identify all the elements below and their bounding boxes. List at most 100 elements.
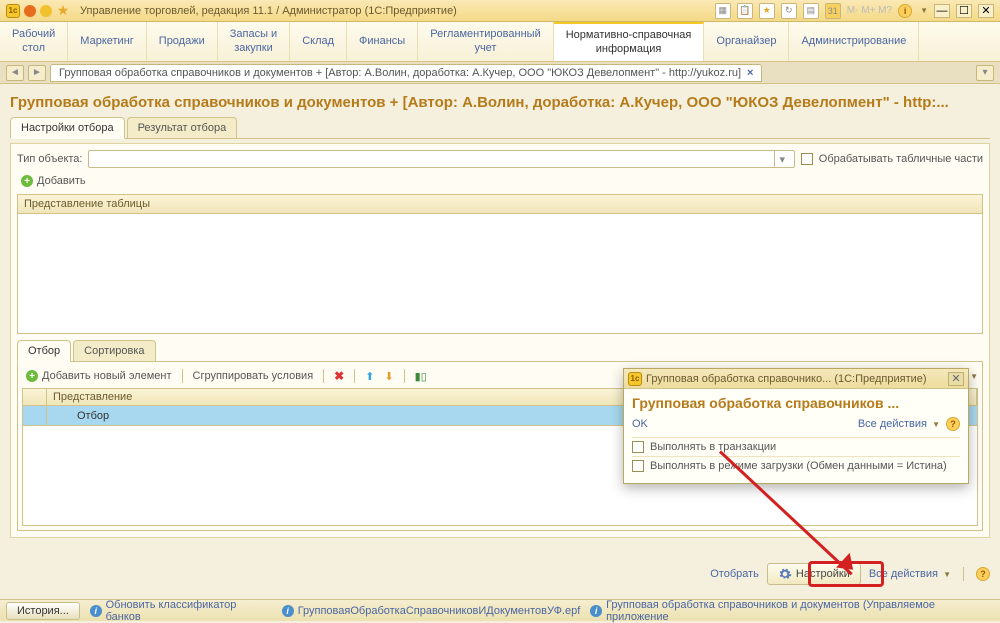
- breadcrumb-tab[interactable]: Групповая обработка справочников и докум…: [50, 64, 762, 82]
- chevron-down-icon: ▼: [943, 570, 951, 579]
- chevron-down-icon: ▼: [932, 420, 940, 429]
- table-body[interactable]: [17, 214, 983, 334]
- close-icon[interactable]: ×: [747, 67, 753, 79]
- tab-stock[interactable]: Запасы и закупки: [218, 22, 290, 61]
- tab-marketing[interactable]: Маркетинг: [68, 22, 146, 61]
- info-icon: i: [90, 605, 102, 617]
- add-button[interactable]: + Добавить: [17, 174, 90, 188]
- add-new-element-button[interactable]: + Добавить новый элемент: [22, 369, 176, 383]
- separator: [963, 567, 964, 581]
- nav-fwd-icon[interactable]: ►: [28, 65, 46, 81]
- separator: [323, 369, 324, 383]
- calendar-icon[interactable]: 31: [825, 3, 841, 19]
- status-bar: История... i Обновить классификатор банк…: [0, 599, 1000, 621]
- circle-icon[interactable]: [40, 5, 52, 17]
- popup-heading: Групповая обработка справочников ...: [624, 389, 968, 415]
- tab-sales[interactable]: Продажи: [147, 22, 218, 61]
- tool-icon[interactable]: 📋: [737, 3, 753, 19]
- help-icon[interactable]: ?: [946, 417, 960, 431]
- history-icon[interactable]: ↻: [781, 3, 797, 19]
- transaction-label: Выполнять в транзакции: [650, 441, 776, 453]
- group-label: Сгруппировать условия: [193, 370, 314, 382]
- move-down-button[interactable]: ⬇: [380, 369, 397, 384]
- separator: [404, 369, 405, 383]
- transaction-checkbox[interactable]: [632, 441, 644, 453]
- status-item[interactable]: i ГрупповаяОбработкаСправочниковИДокумен…: [282, 605, 581, 617]
- calc-icon[interactable]: ▤: [803, 3, 819, 19]
- process-tabular-checkbox[interactable]: [801, 153, 813, 165]
- help-icon[interactable]: ?: [976, 567, 990, 581]
- maximize-button[interactable]: ☐: [956, 4, 972, 18]
- tab-filter-settings[interactable]: Настройки отбора: [10, 117, 125, 139]
- table-header-label: Представление таблицы: [24, 198, 150, 210]
- add-label: Добавить: [37, 175, 86, 187]
- ok-link[interactable]: OK: [632, 418, 648, 430]
- close-button[interactable]: ✕: [948, 372, 964, 386]
- list-icon: ▮▯: [415, 370, 427, 383]
- tab-filter-result[interactable]: Результат отбора: [127, 117, 238, 138]
- all-actions-label: Все действия: [858, 418, 927, 430]
- popup-dialog: 1c Групповая обработка справочнико... (1…: [623, 368, 969, 484]
- group-conditions-button[interactable]: Сгруппировать условия: [189, 369, 318, 383]
- sub-tabs: Отбор Сортировка: [17, 340, 983, 362]
- chevron-down-icon: ▼: [970, 372, 978, 381]
- all-actions-link[interactable]: Все действия ▼: [869, 568, 951, 580]
- delete-button[interactable]: ✖: [330, 368, 348, 384]
- status-item[interactable]: i Обновить классификатор банков: [90, 599, 272, 623]
- dropdown-icon[interactable]: ▾: [774, 151, 790, 167]
- load-mode-label: Выполнять в режиме загрузки (Обмен данны…: [650, 460, 947, 472]
- tab-warehouse[interactable]: Склад: [290, 22, 347, 61]
- subtab-filter[interactable]: Отбор: [17, 340, 71, 362]
- info-icon: i: [590, 605, 602, 617]
- arrow-down-icon: ⬇: [384, 370, 393, 383]
- page-title: Групповая обработка справочников и докум…: [10, 90, 990, 117]
- nav-back-icon[interactable]: ◄: [6, 65, 24, 81]
- info-icon[interactable]: i: [898, 4, 912, 18]
- status-link: Обновить классификатор банков: [106, 599, 272, 623]
- m-buttons[interactable]: M- M+ M?: [847, 5, 892, 16]
- select-link[interactable]: Отобрать: [710, 568, 759, 580]
- all-actions-label: Все действия: [869, 568, 938, 580]
- settings-button[interactable]: Настройки: [767, 563, 861, 585]
- subtab-sorting[interactable]: Сортировка: [73, 340, 155, 361]
- popup-checkbox-row: Выполнять в транзакции: [632, 437, 960, 456]
- history-button[interactable]: История...: [6, 602, 80, 620]
- breadcrumb-text: Групповая обработка справочников и докум…: [59, 67, 741, 79]
- extra-button[interactable]: ▮▯: [411, 369, 431, 384]
- tab-reference-info[interactable]: Нормативно-справочная информация: [554, 22, 705, 61]
- tab-work-desk[interactable]: Рабочий стол: [0, 22, 68, 61]
- star-icon[interactable]: ★: [759, 3, 775, 19]
- star-icon[interactable]: ★: [56, 4, 70, 18]
- plus-icon: +: [26, 370, 38, 382]
- chevron-down-icon[interactable]: ▼: [920, 6, 928, 15]
- load-mode-checkbox[interactable]: [632, 460, 644, 472]
- separator: [354, 369, 355, 383]
- status-item[interactable]: i Групповая обработка справочников и док…: [590, 599, 994, 623]
- tool-icon[interactable]: ▦: [715, 3, 731, 19]
- tab-admin[interactable]: Администрирование: [789, 22, 919, 61]
- process-tabular-label: Обрабатывать табличные части: [819, 153, 983, 165]
- status-link: ГрупповаяОбработкаСправочниковИДокументо…: [298, 605, 581, 617]
- inner-tabs: Настройки отбора Результат отбора: [10, 117, 990, 139]
- tab-organizer[interactable]: Органайзер: [704, 22, 789, 61]
- tab-finance[interactable]: Финансы: [347, 22, 418, 61]
- circle-icon[interactable]: [24, 5, 36, 17]
- window-title: Управление торговлей, редакция 11.1 / Ад…: [80, 5, 457, 17]
- breadcrumb: ◄ ► Групповая обработка справочников и д…: [0, 62, 1000, 84]
- tab-regulated[interactable]: Регламентированный учет: [418, 22, 554, 61]
- popup-body: Выполнять в транзакции Выполнять в режим…: [624, 437, 968, 483]
- gear-icon: [778, 567, 792, 581]
- all-actions-link[interactable]: Все действия ▼: [858, 418, 940, 430]
- footer-toolbar: Отобрать Настройки Все действия ▼ ?: [10, 559, 990, 589]
- filter-row-marker: [23, 406, 47, 425]
- close-button[interactable]: ✕: [978, 4, 994, 18]
- status-link: Групповая обработка справочников и докум…: [606, 599, 994, 623]
- minimize-button[interactable]: —: [934, 4, 950, 18]
- col-checkbox: [23, 389, 47, 405]
- separator: [182, 369, 183, 383]
- popup-titlebar: 1c Групповая обработка справочнико... (1…: [624, 369, 968, 389]
- move-up-button[interactable]: ⬆: [361, 369, 378, 384]
- settings-label: Настройки: [796, 568, 850, 580]
- type-input[interactable]: ▾: [88, 150, 794, 168]
- chevron-down-icon[interactable]: ▾: [976, 65, 994, 81]
